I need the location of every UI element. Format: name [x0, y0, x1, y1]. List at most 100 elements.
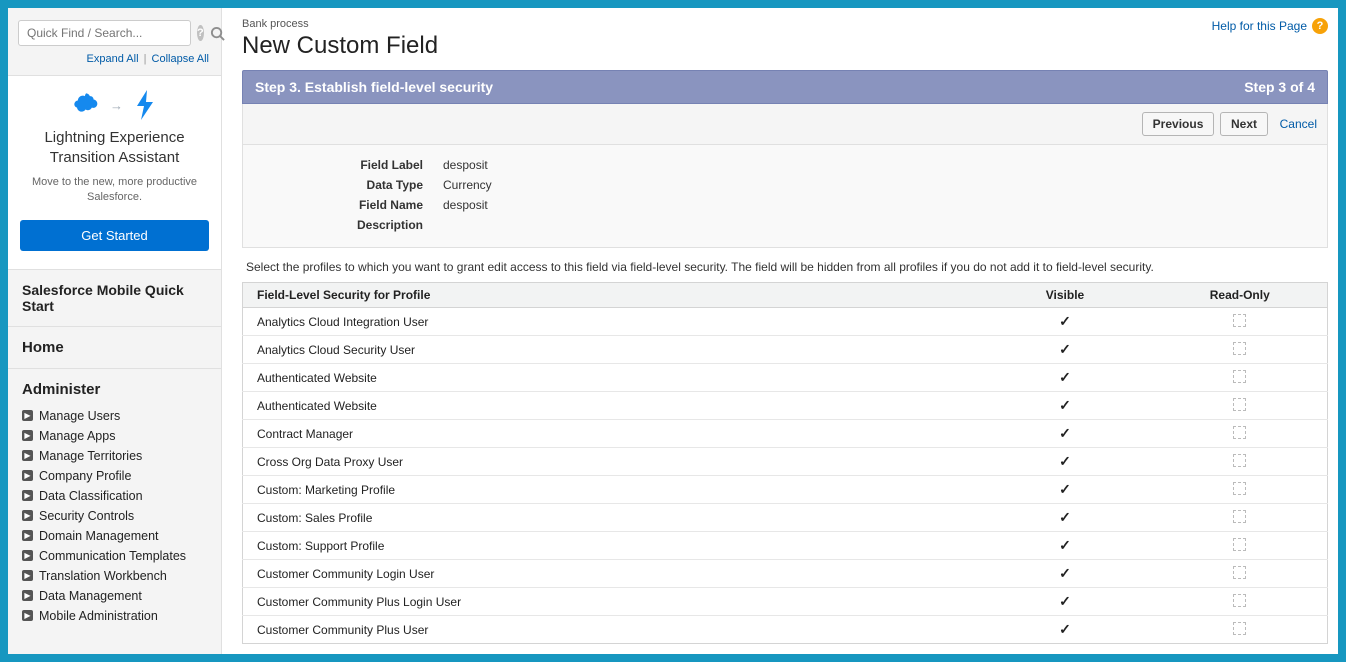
- visible-checkbox[interactable]: ✓: [978, 420, 1153, 448]
- readonly-checkbox[interactable]: [1153, 616, 1328, 644]
- step-title: Step 3. Establish field-level security: [255, 79, 493, 95]
- readonly-checkbox[interactable]: [1153, 448, 1328, 476]
- sidebar-item[interactable]: ▶Manage Users: [18, 406, 211, 426]
- step-bar: Step 3. Establish field-level security S…: [242, 70, 1328, 104]
- visible-checkbox[interactable]: ✓: [978, 476, 1153, 504]
- table-row: Custom: Support Profile✓: [243, 532, 1328, 560]
- profile-name: Contract Manager: [243, 420, 978, 448]
- readonly-checkbox[interactable]: [1153, 588, 1328, 616]
- sidebar-item-label: Communication Templates: [39, 549, 186, 563]
- next-button[interactable]: Next: [1220, 112, 1268, 136]
- page-title: New Custom Field: [242, 32, 438, 60]
- visible-checkbox[interactable]: ✓: [978, 448, 1153, 476]
- sidebar-item-label: Security Controls: [39, 509, 134, 523]
- col-readonly-header[interactable]: Read-Only: [1153, 283, 1328, 308]
- meta-label-field-name: Field Name: [243, 198, 443, 212]
- main-content: Bank process New Custom Field Help for t…: [222, 8, 1338, 654]
- sidebar: ? Expand All | Collapse All → Lightning …: [8, 8, 222, 654]
- sidebar-item[interactable]: ▶Data Classification: [18, 486, 211, 506]
- table-row: Analytics Cloud Integration User✓: [243, 308, 1328, 336]
- meta-value-field-label: desposit: [443, 158, 488, 172]
- readonly-checkbox[interactable]: [1153, 532, 1328, 560]
- meta-value-data-type: Currency: [443, 178, 492, 192]
- profile-name: Custom: Marketing Profile: [243, 476, 978, 504]
- collapse-all-link[interactable]: Collapse All: [152, 53, 209, 65]
- administer-title: Administer: [22, 381, 207, 398]
- sidebar-item[interactable]: ▶Domain Management: [18, 526, 211, 546]
- sidebar-item[interactable]: ▶ Mobile Administration: [18, 606, 211, 626]
- profile-name: Authenticated Website: [243, 392, 978, 420]
- sidebar-item-label: Data Management: [39, 589, 142, 603]
- quick-start-section[interactable]: Salesforce Mobile Quick Start: [8, 270, 221, 327]
- expand-arrow-icon: ▶: [22, 510, 33, 521]
- cancel-link[interactable]: Cancel: [1280, 117, 1317, 131]
- readonly-checkbox[interactable]: [1153, 336, 1328, 364]
- profile-name: Authenticated Website: [243, 364, 978, 392]
- sidebar-item-label: Manage Apps: [39, 429, 115, 443]
- readonly-checkbox[interactable]: [1153, 308, 1328, 336]
- visible-checkbox[interactable]: ✓: [978, 504, 1153, 532]
- table-row: Customer Community Plus User✓: [243, 616, 1328, 644]
- col-visible-header[interactable]: Visible: [978, 283, 1153, 308]
- home-section[interactable]: Home: [8, 327, 221, 369]
- sidebar-item[interactable]: ▶ Communication Templates: [18, 546, 211, 566]
- table-row: Customer Community Plus Login User✓: [243, 588, 1328, 616]
- arrow-right-icon: →: [110, 98, 123, 113]
- previous-button[interactable]: Previous: [1142, 112, 1215, 136]
- visible-checkbox[interactable]: ✓: [978, 336, 1153, 364]
- field-meta: Field Label desposit Data Type Currency …: [242, 145, 1328, 248]
- sidebar-item[interactable]: ▶Manage Territories: [18, 446, 211, 466]
- visible-checkbox[interactable]: ✓: [978, 532, 1153, 560]
- home-title: Home: [22, 339, 207, 356]
- table-row: Customer Community Login User✓: [243, 560, 1328, 588]
- expand-arrow-icon: ▶: [22, 590, 33, 601]
- expand-arrow-icon: ▶: [22, 550, 33, 561]
- table-row: Authenticated Website✓: [243, 392, 1328, 420]
- step-counter: Step 3 of 4: [1244, 79, 1315, 95]
- table-row: Custom: Marketing Profile✓: [243, 476, 1328, 504]
- readonly-checkbox[interactable]: [1153, 476, 1328, 504]
- sidebar-item[interactable]: ▶Company Profile: [18, 466, 211, 486]
- visible-checkbox[interactable]: ✓: [978, 364, 1153, 392]
- table-row: Contract Manager✓: [243, 420, 1328, 448]
- expand-arrow-icon: ▶: [22, 410, 33, 421]
- readonly-checkbox[interactable]: [1153, 504, 1328, 532]
- question-icon[interactable]: ?: [197, 25, 204, 41]
- help-label: Help for this Page: [1212, 19, 1307, 33]
- sidebar-item-label: Mobile Administration: [39, 609, 158, 623]
- profile-name: Customer Community Plus Login User: [243, 588, 978, 616]
- get-started-button[interactable]: Get Started: [20, 220, 209, 251]
- expand-arrow-icon: ▶: [22, 610, 33, 621]
- sidebar-item-label: Company Profile: [39, 469, 131, 483]
- help-link[interactable]: Help for this Page ?: [1212, 18, 1328, 34]
- cloud-icon: [72, 91, 100, 119]
- readonly-checkbox[interactable]: [1153, 392, 1328, 420]
- readonly-checkbox[interactable]: [1153, 560, 1328, 588]
- expand-arrow-icon: ▶: [22, 530, 33, 541]
- table-row: Authenticated Website✓: [243, 364, 1328, 392]
- meta-label-description: Description: [243, 218, 443, 232]
- sidebar-item[interactable]: ▶Manage Apps: [18, 426, 211, 446]
- visible-checkbox[interactable]: ✓: [978, 616, 1153, 644]
- sidebar-item[interactable]: ▶ Security Controls: [18, 506, 211, 526]
- sidebar-item-label: Manage Territories: [39, 449, 142, 463]
- quick-start-title: Salesforce Mobile Quick Start: [22, 282, 207, 314]
- profile-name: Custom: Sales Profile: [243, 504, 978, 532]
- sidebar-item[interactable]: ▶ Data Management: [18, 586, 211, 606]
- sidebar-item-label: Data Classification: [39, 489, 143, 503]
- promo-card: → Lightning Experience Transition Assist…: [8, 75, 221, 270]
- sidebar-item[interactable]: ▶Translation Workbench: [18, 566, 211, 586]
- fls-table: Field-Level Security for Profile Visible…: [242, 282, 1328, 644]
- visible-checkbox[interactable]: ✓: [978, 588, 1153, 616]
- readonly-checkbox[interactable]: [1153, 364, 1328, 392]
- expand-all-link[interactable]: Expand All: [87, 53, 139, 65]
- instruction-text: Select the profiles to which you want to…: [246, 260, 1328, 274]
- visible-checkbox[interactable]: ✓: [978, 560, 1153, 588]
- profile-name: Custom: Support Profile: [243, 532, 978, 560]
- visible-checkbox[interactable]: ✓: [978, 392, 1153, 420]
- meta-label-data-type: Data Type: [243, 178, 443, 192]
- administer-list: ▶Manage Users▶Manage Apps▶Manage Territo…: [8, 402, 221, 632]
- search-input[interactable]: [18, 20, 191, 46]
- visible-checkbox[interactable]: ✓: [978, 308, 1153, 336]
- readonly-checkbox[interactable]: [1153, 420, 1328, 448]
